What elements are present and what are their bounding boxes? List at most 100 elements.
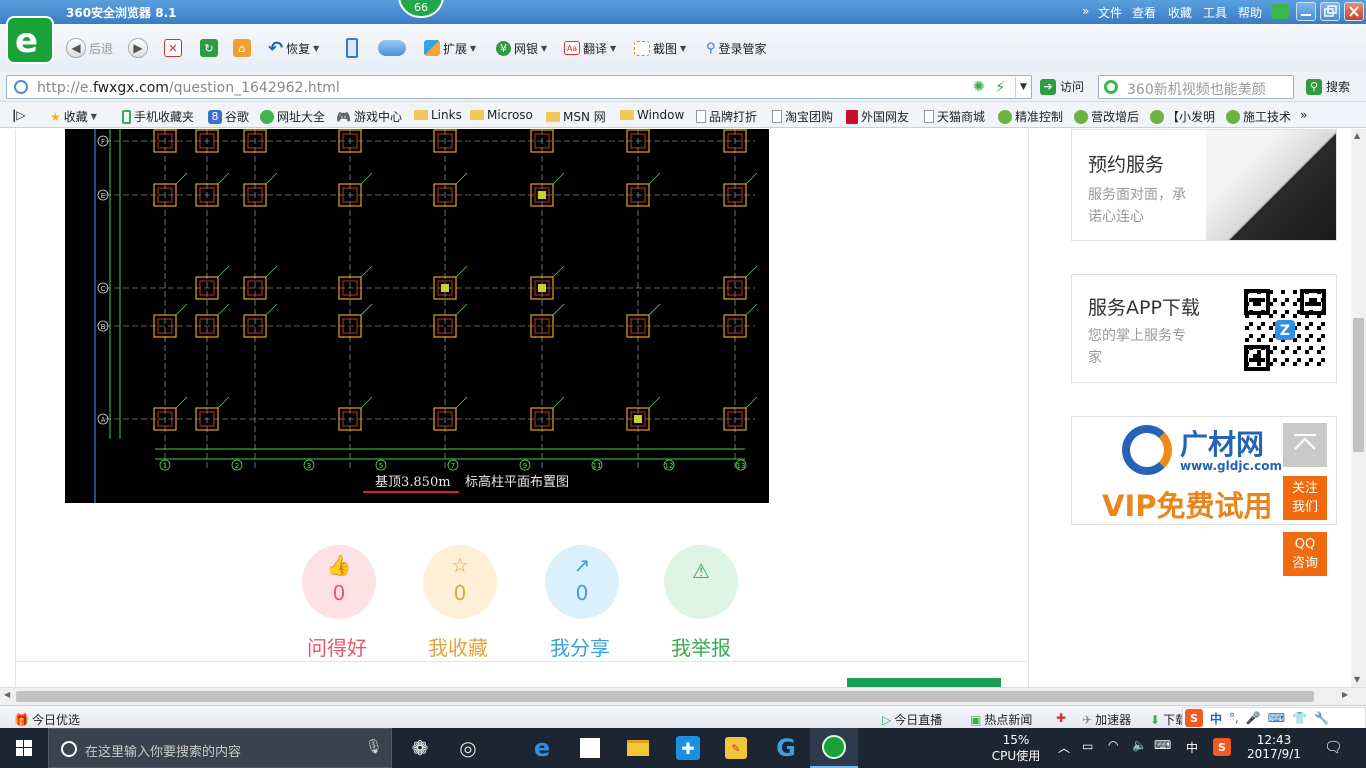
vertical-scroll-thumb[interactable]: [1353, 318, 1364, 452]
accelerator-button[interactable]: ✈ 加速器: [1082, 711, 1131, 728]
share-label[interactable]: 我分享: [520, 632, 640, 661]
notification-center-icon[interactable]: 🗨: [1324, 738, 1343, 756]
search-button[interactable]: ⚲ 搜索: [1306, 78, 1350, 95]
today-picks-button[interactable]: 🎁 今日优选: [14, 711, 80, 728]
bookmark-item[interactable]: 营改增后: [1074, 108, 1139, 125]
scroll-left-arrow-icon[interactable]: ◀: [4, 690, 10, 699]
today-live-button[interactable]: ▷ 今日直播: [882, 711, 942, 728]
minimize-button[interactable]: [1296, 2, 1316, 21]
bookmark-item[interactable]: 手机收藏夹: [122, 108, 194, 125]
chevron-icon[interactable]: »: [1082, 4, 1089, 18]
taskbar-app-taskview[interactable]: ❁: [396, 728, 444, 768]
bookmark-item[interactable]: 精准控制: [998, 108, 1063, 125]
skin-shirt-icon[interactable]: [1271, 4, 1289, 19]
keyboard-icon[interactable]: ⌨: [1154, 738, 1171, 752]
bookmark-item[interactable]: 品牌打折: [696, 108, 757, 125]
hot-news-button[interactable]: ▣ 热点新闻: [970, 711, 1032, 728]
taskbar-app-explorer[interactable]: [614, 728, 662, 768]
medical-cross-icon[interactable]: ✚: [1056, 711, 1066, 725]
bookmark-item[interactable]: 【小发明: [1150, 108, 1215, 125]
favorites-button[interactable]: ★ 收藏 ▼: [50, 108, 97, 125]
bookmark-folder[interactable]: Window: [620, 108, 684, 122]
tray-ime-label[interactable]: 中: [1186, 739, 1198, 756]
follow-us-button[interactable]: 关注 我们: [1283, 476, 1327, 520]
taskbar-search-input[interactable]: 在这里输入你要搜索的内容 🎙: [48, 728, 392, 768]
start-button[interactable]: [0, 728, 48, 768]
favorite-label[interactable]: 我收藏: [398, 632, 518, 661]
cpu-usage-indicator[interactable]: 15% CPU使用: [986, 733, 1046, 764]
clock[interactable]: 12:43 2017/9/1: [1246, 733, 1302, 761]
stop-button[interactable]: ✕: [164, 38, 182, 58]
menu-help[interactable]: 帮助: [1238, 4, 1262, 21]
share-button[interactable]: ↗ 0: [545, 545, 619, 619]
sidebar-toggle-icon[interactable]: |▷: [12, 108, 26, 122]
home-button[interactable]: ⌂: [233, 38, 251, 58]
taskbar-app-store[interactable]: [566, 728, 614, 768]
microphone-icon[interactable]: 🎙: [365, 739, 383, 755]
qr-cell: [1281, 362, 1285, 366]
volume-icon[interactable]: 🔈: [1132, 738, 1147, 752]
taskbar-app-edge[interactable]: e: [518, 728, 566, 768]
helpful-label[interactable]: 问得好: [277, 632, 397, 661]
browser-logo-icon[interactable]: e: [6, 16, 54, 64]
menu-view[interactable]: 查看: [1132, 4, 1156, 21]
qq-consult-button[interactable]: QQ 咨询: [1283, 532, 1327, 576]
bookmark-folder[interactable]: Links: [414, 108, 462, 122]
bookmark-item[interactable]: 淘宝团购: [772, 108, 833, 125]
menu-favorites[interactable]: 收藏: [1168, 4, 1192, 21]
restore-button[interactable]: [1320, 2, 1340, 21]
bookmark-item[interactable]: 8 谷歌: [208, 108, 249, 125]
back-to-top-button[interactable]: [1283, 423, 1327, 467]
extension-button[interactable]: 扩展 ▼: [424, 38, 476, 58]
taskbar-app-g[interactable]: G: [762, 728, 810, 768]
screenshot-button[interactable]: 截图 ▼: [634, 38, 686, 58]
bookmark-folder[interactable]: Microso: [470, 108, 533, 122]
translate-button[interactable]: Aa 翻译 ▼: [564, 38, 616, 58]
scroll-up-arrow-icon[interactable]: ▲: [1354, 131, 1360, 140]
report-label[interactable]: 我举报: [641, 632, 761, 661]
login-manager-button[interactable]: ⚲ 登录管家: [706, 38, 767, 58]
bookmark-item[interactable]: 天猫商城: [924, 108, 985, 125]
bookmark-folder[interactable]: MSN 网: [546, 108, 606, 125]
report-button[interactable]: ⚠: [664, 545, 738, 619]
tray-expand-icon[interactable]: ︿: [1058, 739, 1070, 756]
reserve-service-card[interactable]: 预约服务 服务面对面，承 诺心连心: [1071, 129, 1337, 241]
green-tab-bar[interactable]: [847, 678, 1001, 687]
taskbar-app-cross[interactable]: ✚: [664, 728, 712, 768]
qr-code-icon[interactable]: Z: [1244, 289, 1326, 371]
horizontal-scroll-thumb[interactable]: [16, 691, 1314, 702]
app-download-card[interactable]: 服务APP下载 您的掌上服务专家 Z: [1071, 274, 1337, 383]
bookmark-item[interactable]: 外国网友: [846, 108, 909, 125]
taskbar-app-notes[interactable]: ✎: [712, 728, 760, 768]
address-input[interactable]: http://e.fwxgx.com/question_1642962.html…: [6, 75, 1032, 99]
sogou-tray-icon[interactable]: S: [1213, 738, 1231, 756]
close-button[interactable]: [1344, 2, 1364, 21]
lightning-icon[interactable]: ⚡: [995, 78, 1006, 96]
forward-button[interactable]: ▶: [128, 38, 148, 58]
bookmark-item[interactable]: 网址大全: [260, 108, 325, 125]
url-dropdown-icon[interactable]: ▼: [1015, 77, 1031, 97]
taskbar-app-swirl[interactable]: ◎: [444, 728, 492, 768]
favorite-button[interactable]: ☆ 0: [423, 545, 497, 619]
more-bookmarks-icon[interactable]: »: [1300, 108, 1307, 122]
menu-tools[interactable]: 工具: [1203, 4, 1227, 21]
helpful-button[interactable]: 👍 0: [302, 545, 376, 619]
back-button[interactable]: ◀ 后退: [66, 38, 113, 58]
restore-tab-button[interactable]: ↶ 恢复 ▼: [268, 38, 319, 59]
scroll-down-arrow-icon[interactable]: ▼: [1354, 675, 1360, 684]
mobile-button[interactable]: [346, 38, 358, 58]
go-button[interactable]: ➔ 访问: [1040, 78, 1084, 95]
cloud-button[interactable]: [378, 38, 406, 58]
menu-file[interactable]: 文件: [1098, 4, 1122, 21]
wifi-icon[interactable]: ◠: [1108, 738, 1118, 752]
scroll-right-arrow-icon[interactable]: ▶: [1342, 690, 1348, 699]
taskbar-app-360-browser[interactable]: [810, 728, 858, 768]
bank-button[interactable]: ¥ 网银 ▼: [496, 38, 547, 58]
bookmark-item[interactable]: 🎮 游戏中心: [336, 108, 402, 125]
battery-icon[interactable]: ▭: [1082, 739, 1093, 753]
bookmark-item[interactable]: 施工技术: [1226, 108, 1291, 125]
leader-line: [455, 265, 468, 278]
refresh-button[interactable]: ↻: [200, 38, 218, 58]
ime-toolbar[interactable]: S 中 °, 🎤 ⌨ 👕 🔧: [1182, 707, 1366, 729]
search-input[interactable]: 360新机视频也能美颜: [1098, 75, 1294, 99]
